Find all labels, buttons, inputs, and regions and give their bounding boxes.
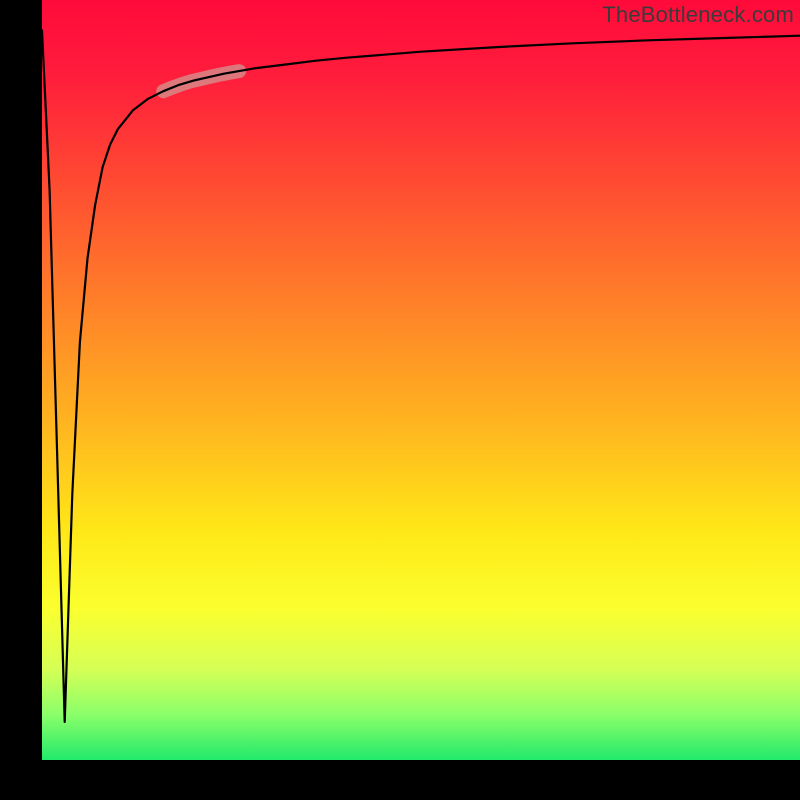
bottleneck-curve	[42, 30, 800, 722]
plot-area: TheBottleneck.com	[42, 0, 800, 760]
chart-frame: TheBottleneck.com	[0, 0, 800, 800]
curve-svg	[42, 0, 800, 760]
